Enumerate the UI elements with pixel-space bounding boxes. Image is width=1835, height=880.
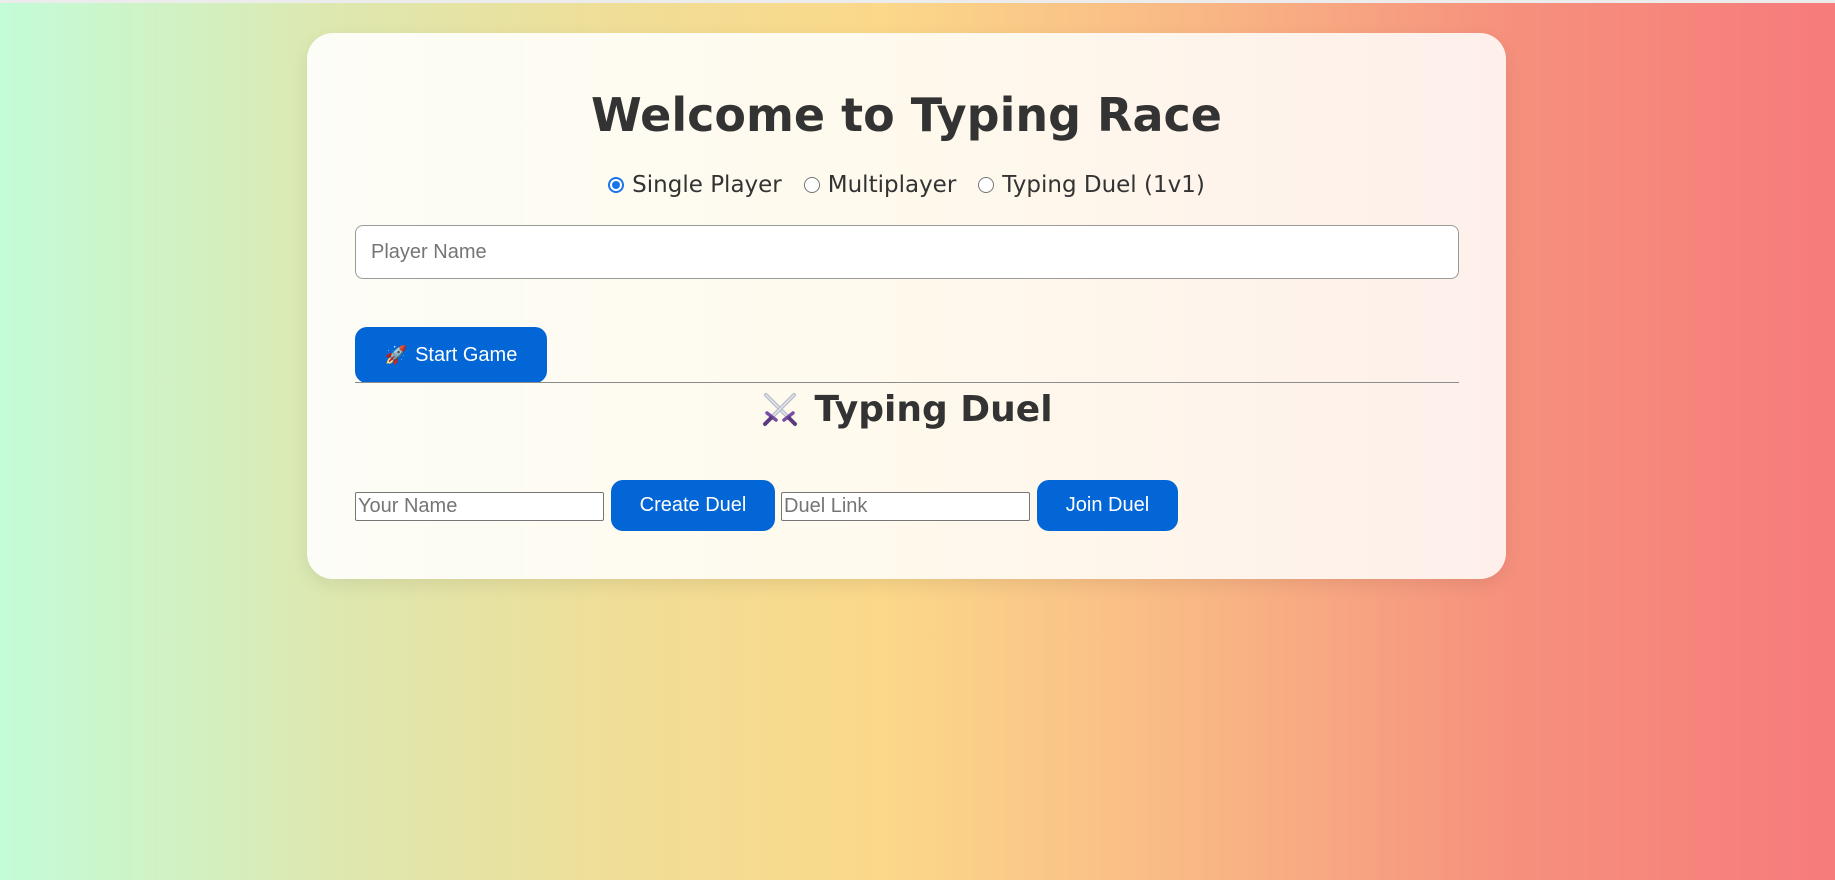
game-mode-selector: Single Player Multiplayer Typing Duel (1… [307,172,1506,198]
mode-option-single-player[interactable]: Single Player [608,172,782,198]
section-divider [355,382,1459,383]
join-duel-button[interactable]: Join Duel [1037,480,1178,531]
player-name-input[interactable] [355,225,1459,279]
mode-label-multiplayer: Multiplayer [827,172,957,198]
radio-typing-duel[interactable] [978,177,995,193]
mode-label-single-player: Single Player [632,172,782,198]
duel-your-name-input[interactable] [355,492,604,521]
duel-section-heading: Typing Duel [307,389,1506,430]
crossed-swords-icon [763,392,798,426]
create-duel-button[interactable]: Create Duel [611,480,775,531]
browser-top-edge [0,0,1835,3]
radio-multiplayer[interactable] [803,177,820,193]
mode-option-multiplayer[interactable]: Multiplayer [803,172,957,198]
mode-option-typing-duel[interactable]: Typing Duel (1v1) [978,172,1205,198]
duel-link-input[interactable] [781,492,1030,521]
welcome-card: Welcome to Typing Race Single Player Mul… [307,33,1506,579]
page-title: Welcome to Typing Race [591,88,1222,142]
radio-single-player[interactable] [608,177,625,193]
start-game-button[interactable]: 🚀 Start Game [355,327,547,383]
mode-label-typing-duel: Typing Duel (1v1) [1002,172,1205,198]
rocket-icon: 🚀 [384,344,408,365]
duel-title: Typing Duel [814,389,1053,430]
start-game-label: Start Game [415,343,518,366]
